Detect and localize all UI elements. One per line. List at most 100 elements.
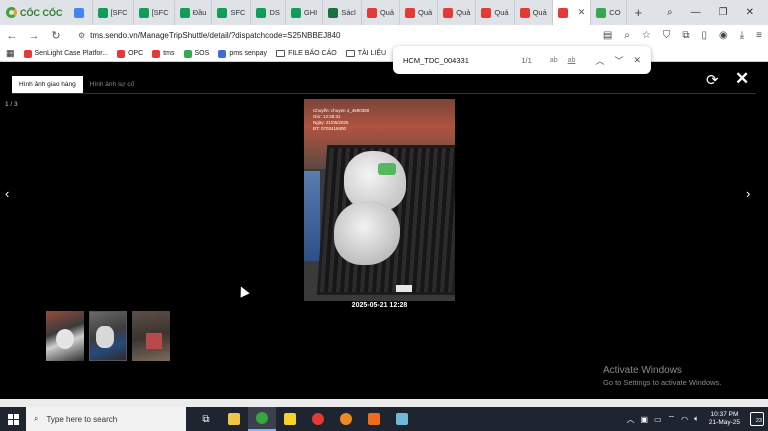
- taskbar-search[interactable]: ⌕ Type here to search: [26, 407, 186, 431]
- search-icon: ⌕: [34, 414, 39, 423]
- browser-tab[interactable]: CO: [591, 0, 627, 25]
- notification-center-icon[interactable]: 23: [750, 412, 764, 426]
- horizontal-scrollbar[interactable]: [0, 399, 768, 407]
- close-tab-icon[interactable]: ✕: [578, 7, 586, 18]
- find-in-page-bar: HCM_TDC_004331 1/1 ab ab ︿ ﹀ ✕: [393, 46, 651, 74]
- rotate-icon[interactable]: ⟳: [706, 71, 719, 89]
- bookmark-item[interactable]: SOS: [183, 49, 210, 58]
- maximize-button[interactable]: ❐: [719, 7, 728, 18]
- browser-tab[interactable]: [69, 0, 93, 25]
- browser-tab-label: [SFC: [151, 8, 169, 17]
- prev-image-icon[interactable]: ‹: [5, 186, 9, 201]
- thumbnail-2[interactable]: [89, 311, 127, 361]
- minimize-button[interactable]: —: [691, 7, 701, 18]
- tray-expand-icon[interactable]: ︿: [626, 414, 634, 425]
- browser-tab[interactable]: SFC: [212, 0, 252, 25]
- app-icon-orange[interactable]: [332, 407, 360, 431]
- browser-tab[interactable]: GHI: [286, 0, 324, 25]
- new-tab-button[interactable]: +: [627, 5, 651, 20]
- watermark-title: Activate Windows: [603, 365, 682, 376]
- tab-search-icon[interactable]: ⌕: [667, 7, 673, 18]
- bookmark-item[interactable]: tms: [152, 49, 175, 58]
- tab-delivery-images[interactable]: Hình ảnh giao hàng: [12, 76, 83, 93]
- menu-icon[interactable]: ≡: [756, 30, 762, 41]
- find-next-icon[interactable]: ﹀: [614, 54, 623, 67]
- coccoc-logo[interactable]: CỐC CỐC: [0, 0, 69, 25]
- find-match-count: 1/1: [521, 55, 532, 65]
- browser-tab[interactable]: Quả: [362, 0, 400, 25]
- bookmark-item[interactable]: SenLight Case Platfor...: [23, 49, 109, 58]
- address-bar: ← → ↻ ⚙ tms.sendo.vn/ManageTripShuttle/d…: [0, 25, 768, 46]
- wifi-icon[interactable]: ◠: [681, 415, 688, 424]
- bookmark-item[interactable]: FILE BÁO CÁO: [276, 50, 337, 58]
- browser-tab[interactable]: [SFC: [134, 0, 175, 25]
- sheets-icon: [256, 7, 267, 18]
- tab-incident-images[interactable]: Hình ảnh sự cố: [83, 76, 141, 93]
- coccoc-taskbar-icon[interactable]: [248, 407, 276, 431]
- photo-timestamp: 2025-05-21 12:28: [351, 302, 408, 309]
- pinned-apps: ⧉: [192, 407, 416, 431]
- next-image-icon[interactable]: ›: [746, 186, 750, 201]
- delivery-photo[interactable]: Chuyến: chuyen 4_4590380 Giờ: 12:28:31 N…: [304, 99, 455, 301]
- reload-icon[interactable]: ↻: [50, 29, 62, 42]
- zoom-icon[interactable]: ⌕: [624, 30, 630, 41]
- app-icon-notes[interactable]: [388, 407, 416, 431]
- extensions-icon[interactable]: ⧉: [682, 30, 689, 41]
- bookmark-label: SenLight Case Platfor...: [34, 50, 109, 57]
- browser-tab[interactable]: Đầu: [175, 0, 213, 25]
- close-window-button[interactable]: ✕: [746, 7, 754, 18]
- battery-icon[interactable]: ▭: [654, 415, 662, 424]
- browser-tab[interactable]: Quả: [400, 0, 439, 25]
- start-button[interactable]: [0, 413, 26, 425]
- windows-taskbar: ⌕ Type here to search ⧉ ︿ ▣ ▭ ⌔ ◠ 🔈︎ 10:…: [0, 407, 768, 431]
- site-info-icon[interactable]: ⚙: [78, 31, 85, 40]
- windows-logo-icon: [7, 413, 19, 425]
- bookmark-label: SOS: [194, 50, 210, 57]
- find-prev-icon[interactable]: ︿: [595, 54, 604, 67]
- bookmark-favicon-icon: [23, 49, 32, 58]
- url-text: tms.sendo.vn/ManageTripShuttle/detail/?d…: [90, 31, 341, 40]
- thumbnail-1[interactable]: [46, 311, 84, 361]
- watermark-subtitle: Go to Settings to activate Windows.: [603, 378, 722, 387]
- match-case-toggle[interactable]: ab: [550, 57, 558, 64]
- sidebar-icon[interactable]: ▯: [701, 30, 707, 41]
- task-view-icon[interactable]: ⧉: [192, 407, 220, 431]
- profile-icon[interactable]: ◉: [719, 30, 728, 41]
- tray-app-icon[interactable]: ▣: [640, 415, 648, 424]
- sticky-notes-icon[interactable]: [276, 407, 304, 431]
- back-icon[interactable]: ←: [6, 30, 18, 42]
- browser-tab[interactable]: Sácl: [323, 0, 362, 25]
- bookmark-favicon-icon: [183, 49, 192, 58]
- apps-grid-icon[interactable]: ▦: [6, 48, 15, 59]
- bookmark-item[interactable]: pms senpay: [218, 49, 267, 58]
- whole-word-toggle[interactable]: ab: [568, 57, 576, 64]
- thumbnail-3[interactable]: [132, 311, 170, 361]
- forward-icon[interactable]: →: [28, 30, 40, 42]
- volume-icon[interactable]: 🔈︎: [694, 414, 699, 424]
- browser-tab[interactable]: Quả: [438, 0, 477, 25]
- browser-tab[interactable]: Quả: [515, 0, 553, 25]
- clock[interactable]: 10:37 PM 21-May-25: [709, 411, 740, 427]
- browser-tab[interactable]: ✕: [552, 0, 592, 25]
- find-close-icon[interactable]: ✕: [633, 55, 641, 66]
- shield-icon[interactable]: ⛉: [663, 30, 671, 41]
- bookmark-list: SenLight Case Platfor... OPC tms SOS pms sen…: [23, 49, 429, 58]
- chat-app-icon[interactable]: [304, 407, 332, 431]
- network-icon[interactable]: ⌔: [668, 414, 676, 424]
- close-viewer-icon[interactable]: ✕: [735, 69, 749, 89]
- file-explorer-icon[interactable]: [220, 407, 248, 431]
- bookmarks-bar: ▦ SenLight Case Platfor... OPC tms SOS pms s…: [0, 46, 768, 62]
- browser-tab[interactable]: DS: [251, 0, 286, 25]
- url-field[interactable]: ⚙ tms.sendo.vn/ManageTripShuttle/detail/…: [78, 31, 340, 40]
- browser-tab[interactable]: [SFC: [93, 0, 134, 25]
- bookmark-item[interactable]: TÀI LIỆU: [345, 50, 386, 58]
- find-input[interactable]: HCM_TDC_004331: [403, 56, 521, 65]
- reader-icon[interactable]: ▤: [603, 30, 612, 41]
- folder-icon: [345, 50, 355, 57]
- browser-tab-label: Quả: [456, 8, 471, 17]
- app-icon-fire[interactable]: [360, 407, 388, 431]
- bookmark-star-icon[interactable]: ☆: [642, 30, 651, 41]
- download-icon[interactable]: ⤓: [740, 30, 744, 41]
- bookmark-item[interactable]: OPC: [117, 49, 143, 58]
- browser-tab[interactable]: Quả: [476, 0, 515, 25]
